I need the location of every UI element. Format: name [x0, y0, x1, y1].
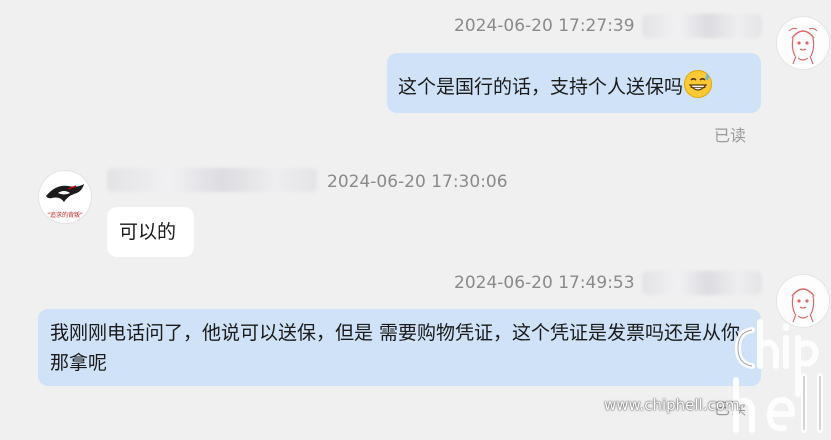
chiphell-watermark-logo [726, 318, 828, 436]
grinning-sweat-emoji-icon [683, 69, 713, 99]
message-bubble-theirs[interactable]: 可以的 [107, 207, 194, 257]
message-text: 这个是国行的话，支持个人送保吗 [398, 76, 684, 98]
redacted-sender-name [642, 14, 762, 38]
my-avatar[interactable] [776, 16, 830, 70]
chiphell-logo-icon [733, 319, 823, 433]
message-timestamp: 2024-06-20 17:27:39 [454, 16, 635, 36]
redacted-contact-name [107, 168, 317, 192]
message-bubble-mine[interactable]: 这个是国行的话，支持个人送保吗 [387, 53, 761, 113]
watermark-url: www.chiphell.com [604, 396, 740, 414]
contact-avatar[interactable]: "追求的背叛" [38, 170, 92, 224]
message-text: 可以的 [119, 221, 177, 243]
message-timestamp: 2024-06-20 17:30:06 [327, 172, 508, 192]
read-status: 已读 [714, 126, 747, 145]
avatar-caption: "追求的背叛" [47, 212, 83, 219]
anime-girl-sketch-icon [777, 17, 829, 69]
message-text: 我刚刚电话问了，他说可以送保，但是 需要购物凭证，这个凭证是发票吗还是从你那拿呢 [50, 322, 741, 374]
redacted-sender-name [642, 271, 762, 295]
message-bubble-mine[interactable]: 我刚刚电话问了，他说可以送保，但是 需要购物凭证，这个凭证是发票吗还是从你那拿呢 [38, 309, 761, 386]
message-timestamp: 2024-06-20 17:49:53 [454, 273, 635, 293]
